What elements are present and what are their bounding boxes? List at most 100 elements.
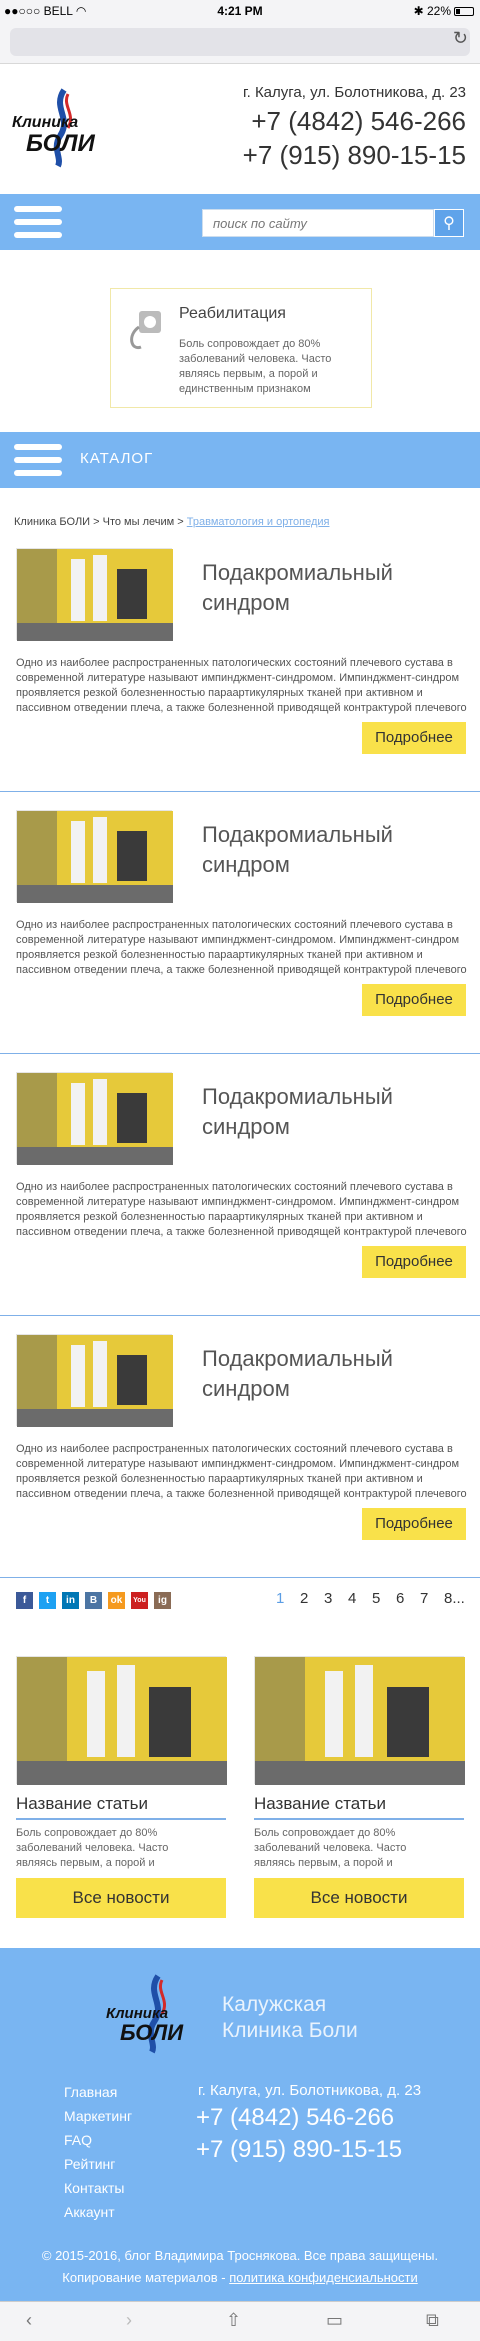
more-button[interactable]: Подробнее	[362, 722, 466, 754]
footer-menu: Главная Маркетинг FAQ Рейтинг Контакты А…	[64, 2084, 132, 2228]
page-link[interactable]: 2	[300, 1590, 308, 1607]
copy-notice: Копирование материалов - политика конфид…	[62, 2270, 418, 2285]
article-card: Подакромиальный синдром Одно из наиболее…	[0, 1316, 480, 1578]
vk-icon[interactable]: B	[85, 1592, 102, 1609]
footer-menu-item[interactable]: FAQ	[64, 2132, 132, 2148]
stethoscope-icon	[127, 307, 163, 357]
article-card: Подакромиальный синдром Одно из наиболее…	[0, 1054, 480, 1316]
site-logo[interactable]: Клиника БОЛИ	[12, 88, 112, 168]
article-card: Подакромиальный синдром Одно из наиболее…	[0, 792, 480, 1054]
article-excerpt: Одно из наиболее распространенных патоло…	[16, 657, 467, 714]
reload-icon[interactable]: ↻	[453, 28, 468, 49]
footer-phone-2[interactable]: +7 (915) 890-15-15	[196, 2136, 402, 2164]
footer-clinic-name: Калужская Клиника Боли	[222, 1993, 358, 2042]
browser-address-bar: ↻	[0, 22, 480, 64]
footer-logo[interactable]: Клиника БОЛИ	[100, 1974, 210, 2054]
battery-icon	[454, 7, 474, 17]
facebook-icon[interactable]: f	[16, 1592, 33, 1609]
page-link[interactable]: 3	[324, 1590, 332, 1607]
news-desc: Боль сопровождает до 80% заболеваний чел…	[16, 1827, 169, 1869]
site-header: Клиника БОЛИ г. Калуга, ул. Болотникова,…	[0, 64, 480, 194]
tabs-icon[interactable]: ⧉	[426, 2310, 439, 2331]
news-photo[interactable]	[254, 1656, 465, 1785]
ios-status-bar: ●●○○○ BELL ◠ 4:21 PM ✱ 22%	[0, 0, 480, 22]
more-button[interactable]: Подробнее	[362, 1246, 466, 1278]
logo-figure-icon: КлиникаБОЛИ	[106, 1974, 184, 2054]
linkedin-icon[interactable]: in	[62, 1592, 79, 1609]
breadcrumb: Клиника БОЛИ > Что мы лечим > Травматоло…	[14, 516, 330, 528]
article-title[interactable]: Подакромиальный синдром	[202, 820, 472, 880]
back-icon[interactable]: ‹	[26, 2310, 32, 2331]
youtube-icon[interactable]: You	[131, 1592, 148, 1609]
logo-text-line2: БОЛИ	[26, 130, 95, 157]
twitter-icon[interactable]: t	[39, 1592, 56, 1609]
news-divider	[16, 1818, 226, 1820]
header-address: г. Калуга, ул. Болотникова, д. 23	[242, 84, 466, 101]
catalog-menu-icon[interactable]	[14, 444, 62, 476]
article-title[interactable]: Подакромиальный синдром	[202, 558, 472, 618]
header-phone-1[interactable]: +7 (4842) 546-266	[251, 106, 466, 137]
news-desc: Боль сопровождает до 80% заболеваний чел…	[254, 1827, 407, 1869]
article-photo[interactable]	[16, 548, 173, 641]
battery-indicator: ✱ 22%	[414, 4, 474, 18]
catalog-label: КАТАЛОГ	[80, 450, 154, 467]
site-footer: Клиника БОЛИ Калужская Клиника Боли Главна…	[0, 1948, 480, 2301]
news-divider	[254, 1818, 464, 1820]
menu-burger-icon[interactable]	[14, 206, 62, 238]
more-button[interactable]: Подробнее	[362, 1508, 466, 1540]
page-link-current[interactable]: 1	[276, 1590, 284, 1607]
page-link[interactable]: 6	[396, 1590, 404, 1607]
page-link[interactable]: 7	[420, 1590, 428, 1607]
url-field[interactable]	[10, 28, 470, 56]
article-title[interactable]: Подакромиальный синдром	[202, 1082, 472, 1142]
footer-menu-item[interactable]: Контакты	[64, 2180, 132, 2196]
search-icon[interactable]: ⚲	[434, 209, 464, 237]
footer-menu-item[interactable]: Рейтинг	[64, 2156, 132, 2172]
more-button[interactable]: Подробнее	[362, 984, 466, 1016]
rehab-desc: Боль сопровождает до 80% заболеваний чел…	[179, 338, 332, 395]
news-card: Название статьи Боль сопровождает до 80%…	[16, 1656, 227, 1918]
bookmarks-icon[interactable]: ▭	[326, 2310, 343, 2331]
page-link[interactable]: 5	[372, 1590, 380, 1607]
instagram-icon[interactable]: ig	[154, 1592, 171, 1609]
bluetooth-icon: ✱	[413, 4, 424, 18]
share-icon[interactable]: ⇧	[226, 2310, 241, 2331]
breadcrumb-item[interactable]: Клиника БОЛИ	[14, 516, 90, 528]
rehab-card[interactable]: Реабилитация Боль сопровождает до 80% за…	[110, 288, 372, 408]
article-excerpt: Одно из наиболее распространенных патоло…	[16, 919, 467, 976]
footer-logo-text-line2: БОЛИ	[120, 2020, 184, 2045]
news-card: Название статьи Боль сопровождает до 80%…	[254, 1656, 465, 1918]
news-photo[interactable]	[16, 1656, 227, 1785]
header-phone-2[interactable]: +7 (915) 890-15-15	[243, 140, 466, 171]
footer-address: г. Калуга, ул. Болотникова, д. 23	[198, 2082, 422, 2099]
odnoklassniki-icon[interactable]: ok	[108, 1592, 125, 1609]
breadcrumb-current[interactable]: Травматология и ортопедия	[187, 516, 330, 528]
article-title[interactable]: Подакромиальный синдром	[202, 1344, 472, 1404]
forward-icon[interactable]: ›	[126, 2310, 132, 2331]
news-title[interactable]: Название статьи	[254, 1794, 386, 1814]
article-photo[interactable]	[16, 1334, 173, 1427]
article-excerpt: Одно из наиболее распространенных патоло…	[16, 1181, 467, 1238]
social-and-pagination: f t in B ok You ig 1 2 3 4 5 6 7 8...	[0, 1572, 480, 1632]
footer-menu-item[interactable]: Маркетинг	[64, 2108, 132, 2124]
catalog-bar[interactable]: КАТАЛОГ	[0, 432, 480, 488]
article-excerpt: Одно из наиболее распространенных патоло…	[16, 1443, 467, 1500]
privacy-policy-link[interactable]: политика конфиденсиальности	[229, 2270, 418, 2285]
news-title[interactable]: Название статьи	[16, 1794, 148, 1814]
browser-toolbar: ‹ › ⇧ ▭ ⧉	[0, 2301, 480, 2341]
copyright: © 2015-2016, блог Владимира Троснякова. …	[41, 2248, 439, 2263]
article-photo[interactable]	[16, 810, 173, 903]
article-photo[interactable]	[16, 1072, 173, 1165]
footer-menu-item[interactable]: Главная	[64, 2084, 132, 2100]
all-news-button[interactable]: Все новости	[16, 1878, 226, 1918]
page-link-more[interactable]: 8...	[444, 1590, 465, 1607]
footer-phone-1[interactable]: +7 (4842) 546-266	[196, 2104, 394, 2132]
search-bar: поиск по сайту ⚲	[0, 194, 480, 250]
rehab-title: Реабилитация	[179, 305, 286, 322]
footer-menu-item[interactable]: Аккаунт	[64, 2204, 132, 2220]
all-news-button[interactable]: Все новости	[254, 1878, 464, 1918]
clock: 4:21 PM	[217, 4, 263, 18]
breadcrumb-item[interactable]: Что мы лечим	[103, 516, 175, 528]
page-link[interactable]: 4	[348, 1590, 356, 1607]
search-input[interactable]: поиск по сайту	[202, 209, 434, 237]
